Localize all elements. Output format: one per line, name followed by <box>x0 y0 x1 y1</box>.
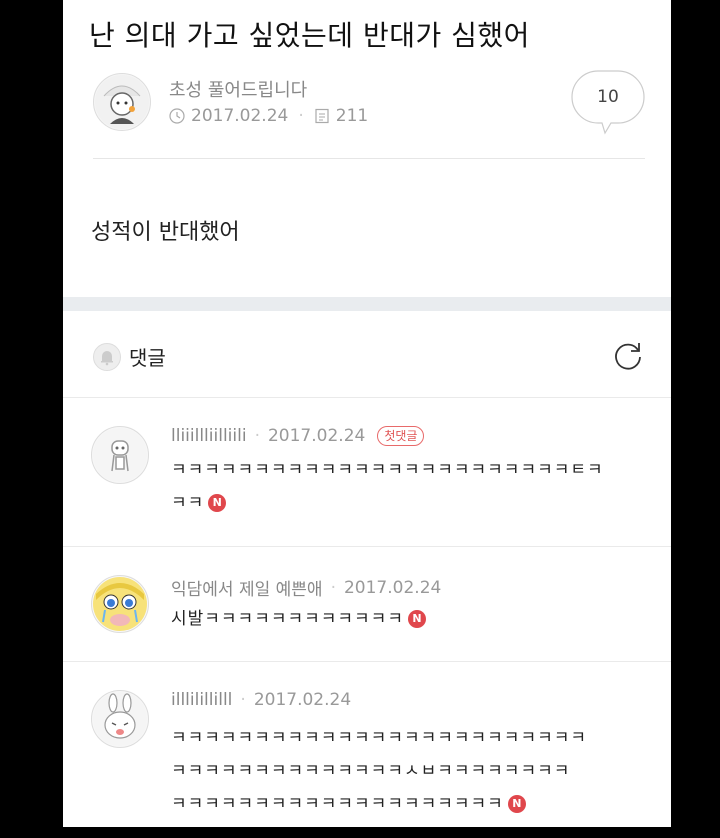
header-divider <box>93 158 645 159</box>
robot-avatar-image <box>93 428 147 482</box>
author-avatar-image <box>95 75 149 129</box>
post-body: 성적이 반대했어 <box>91 220 240 245</box>
comment-item: lliiillliilliili · 2017.02.24 첫댓글 ㅋㅋㅋㅋㅋㅋ… <box>63 398 671 547</box>
commenter-avatar[interactable] <box>91 690 149 748</box>
comment-line-with-badge: 시발ㅋㅋㅋㅋㅋㅋㅋㅋㅋㅋㅋㅋ N <box>171 603 645 636</box>
crying-face-avatar-image <box>93 577 147 631</box>
author-avatar[interactable] <box>93 73 151 131</box>
post-meta: 2017.02.24 · 211 <box>169 106 368 126</box>
comment-text: ㅋㅋㅋㅋㅋㅋㅋㅋㅋㅋㅋㅋㅋㅋㅋㅋㅋㅋㅋㅋㅋㅋㅋㅋㅌㅋ ㅋㅋ N <box>171 454 645 520</box>
comment-line: ㅋㅋㅋㅋㅋㅋㅋㅋㅋㅋㅋㅋㅋㅋㅋㅋㅋㅋㅋㅋ <box>171 794 504 814</box>
post-page: 난 의대 가고 싶었는데 반대가 심했어 초성 풀어드립니다 2017.02.2… <box>63 0 671 827</box>
meta-separator: · <box>254 426 260 446</box>
document-icon <box>315 108 329 124</box>
rabbit-avatar-image <box>93 692 147 746</box>
comment-header: illlilillilll · 2017.02.24 <box>171 690 351 710</box>
commenter-name[interactable]: lliiillliilliili <box>171 426 247 446</box>
clock-icon <box>169 108 185 124</box>
new-badge: N <box>507 795 526 813</box>
comment-line: 시발ㅋㅋㅋㅋㅋㅋㅋㅋㅋㅋㅋㅋ <box>171 609 404 629</box>
comment-text: 시발ㅋㅋㅋㅋㅋㅋㅋㅋㅋㅋㅋㅋ N <box>171 603 645 636</box>
comment-text: ㅋㅋㅋㅋㅋㅋㅋㅋㅋㅋㅋㅋㅋㅋㅋㅋㅋㅋㅋㅋㅋㅋㅋㅋㅋ ㅋㅋㅋㅋㅋㅋㅋㅋㅋㅋㅋㅋㅋㅋ… <box>171 722 645 821</box>
comment-line: ㅋㅋㅋㅋㅋㅋㅋㅋㅋㅋㅋㅋㅋㅋㅋㅋㅋㅋㅋㅋㅋㅋㅋㅋㅌㅋ <box>171 460 604 480</box>
refresh-icon[interactable] <box>611 339 645 373</box>
commenter-name[interactable]: illlilillilll <box>171 690 232 710</box>
bell-icon <box>93 343 121 371</box>
post-views: 211 <box>335 106 369 126</box>
post-title: 난 의대 가고 싶었는데 반대가 심했어 <box>89 19 530 52</box>
comment-header: lliiillliilliili · 2017.02.24 첫댓글 <box>171 426 425 446</box>
comment-count: 10 <box>597 87 619 107</box>
comment-line-with-badge: ㅋㅋㅋㅋㅋㅋㅋㅋㅋㅋㅋㅋㅋㅋㅋㅋㅋㅋㅋㅋ N <box>171 788 645 821</box>
comment-date: 2017.02.24 <box>267 426 366 446</box>
meta-separator: · <box>330 577 336 598</box>
comment-item: 익담에서 제일 예쁜애 · 2017.02.24 시발ㅋㅋㅋㅋㅋㅋㅋㅋㅋㅋㅋㅋ N <box>63 547 671 662</box>
commenter-name[interactable]: 익담에서 제일 예쁜애 <box>171 575 323 600</box>
post-date: 2017.02.24 <box>191 106 289 126</box>
comment-header: 익담에서 제일 예쁜애 · 2017.02.24 <box>171 575 442 601</box>
comment-date: 2017.02.24 <box>343 577 442 598</box>
comment-line: ㅋㅋㅋㅋㅋㅋㅋㅋㅋㅋㅋㅋㅋㅋㅋㅋㅋㅋㅋㅋㅋㅋㅋㅋㅋ <box>171 728 587 748</box>
author-name[interactable]: 초성 풀어드립니다 <box>169 76 307 102</box>
meta-separator: · <box>240 690 246 710</box>
first-comment-badge: 첫댓글 <box>377 426 425 446</box>
new-badge: N <box>407 610 426 628</box>
comment-line: ㅋㅋㅋㅋㅋㅋㅋㅋㅋㅋㅋㅋㅋㅋㅅㅂㅋㅋㅋㅋㅋㅋㅋㅋ <box>171 761 571 781</box>
section-separator <box>63 297 671 311</box>
comments-label: 댓글 <box>129 346 166 370</box>
comment-date: 2017.02.24 <box>253 690 352 710</box>
new-badge: N <box>208 494 227 512</box>
comment-line: ㅋㅋ <box>171 493 205 513</box>
comment-line-with-badge: ㅋㅋ N <box>171 487 645 520</box>
comments-header: 댓글 <box>63 311 671 398</box>
bell-icon-glyph <box>101 351 113 366</box>
commenter-avatar[interactable] <box>91 575 149 633</box>
comment-count-button[interactable]: 10 <box>571 70 645 135</box>
meta-separator: · <box>298 106 304 126</box>
comment-item: illlilillilll · 2017.02.24 ㅋㅋㅋㅋㅋㅋㅋㅋㅋㅋㅋㅋㅋ… <box>63 662 671 827</box>
commenter-avatar[interactable] <box>91 426 149 484</box>
